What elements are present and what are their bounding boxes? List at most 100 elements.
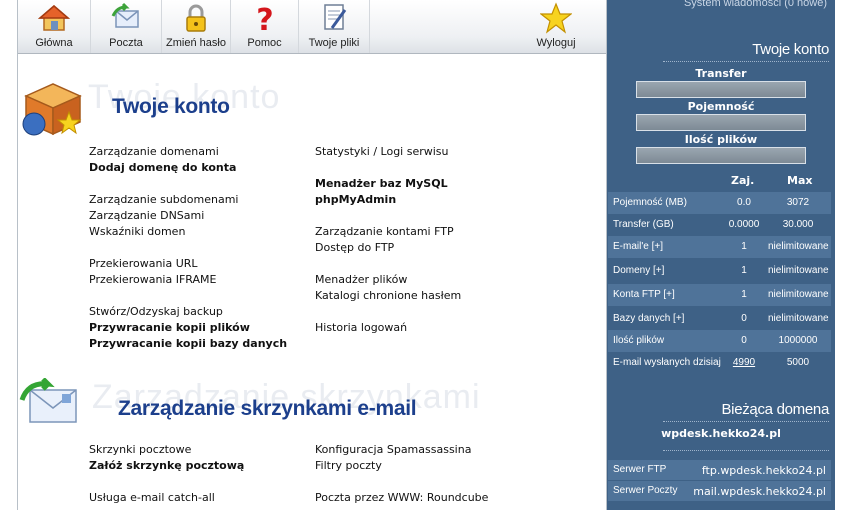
divider — [663, 61, 829, 62]
server-name: Serwer FTP — [613, 464, 667, 475]
link-domain-pointers[interactable]: Wskaźniki domen — [89, 225, 185, 238]
server-value: ftp.wpdesk.hekko24.pl — [701, 464, 826, 477]
server-name: Serwer Poczty — [613, 485, 678, 496]
lock-icon — [186, 4, 206, 32]
toolbar-files-label: Twoje pliki — [308, 37, 360, 49]
help-icon: ? — [256, 3, 273, 34]
divider — [663, 421, 829, 422]
usage-name-link[interactable]: Domeny [+] — [613, 265, 664, 276]
link-spamassassin[interactable]: Konfiguracja Spamassassina — [315, 443, 471, 456]
frame-line-left — [17, 0, 18, 510]
files-count-label: Ilość plików — [684, 133, 758, 146]
usage-max: 5000 — [786, 357, 810, 368]
link-dns-management[interactable]: Zarządzanie DNSami — [89, 209, 204, 222]
usage-row: Transfer (GB) 0.0000 30.000 — [608, 214, 831, 236]
toolbar-files[interactable]: Twoje pliki — [299, 0, 370, 53]
link-ftp-access[interactable]: Dostęp do FTP — [315, 241, 394, 254]
star-icon — [540, 2, 572, 34]
usage-used: 0.0 — [737, 197, 751, 208]
usage-name: E-mail wysłanych dzisiaj — [613, 357, 721, 368]
mail-heading: Zarządzanie skrzynkami e-mail — [118, 397, 417, 420]
transfer-usage-bar — [636, 81, 806, 98]
files-icon — [324, 4, 347, 30]
server-value: mail.wpdesk.hekko24.pl — [693, 485, 826, 498]
sidebar-account-title: Twoje konto — [752, 41, 829, 58]
link-mailboxes[interactable]: Skrzynki pocztowe — [89, 443, 191, 456]
transfer-label: Transfer — [695, 67, 747, 80]
link-ftp-accounts[interactable]: Zarządzanie kontami FTP — [315, 225, 454, 238]
link-protected-directories[interactable]: Katalogi chronione hasłem — [315, 289, 461, 302]
usage-max: nielimitowane — [768, 289, 829, 300]
files-usage-bar — [636, 147, 806, 164]
link-iframe-redirects[interactable]: Przekierowania IFRAME — [89, 273, 216, 286]
server-row: Serwer Poczty mail.wpdesk.hekko24.pl — [608, 481, 831, 501]
mail-envelope-icon — [19, 378, 77, 423]
toolbar-help[interactable]: ? Pomoc — [231, 0, 299, 53]
usage-used: 0.0000 — [728, 219, 760, 230]
usage-row: E-mail'e [+] 1 nielimitowane — [608, 236, 831, 258]
usage-col-used: Zaj. — [731, 174, 755, 187]
usage-name-link[interactable]: E-mail'e [+] — [613, 241, 663, 252]
usage-max: 30.000 — [782, 219, 814, 230]
home-icon — [38, 5, 70, 31]
usage-used: 1 — [741, 289, 747, 300]
link-url-redirects[interactable]: Przekierowania URL — [89, 257, 198, 270]
usage-row: Bazy danych [+] 0 nielimitowane — [608, 308, 831, 330]
mail-icon — [111, 2, 139, 28]
usage-used: 0 — [741, 335, 747, 346]
account-sidebar: System wiadomości (0 nowe) Twoje konto T… — [607, 0, 835, 510]
link-phpmyadmin[interactable]: phpMyAdmin — [315, 193, 396, 206]
toolbar-home-label: Główna — [35, 37, 73, 49]
toolbar-logout-label: Wyloguj — [536, 37, 576, 49]
link-catch-all[interactable]: Usługa e-mail catch-all — [89, 491, 215, 504]
link-add-domain[interactable]: Dodaj domenę do konta — [89, 161, 236, 174]
link-roundcube[interactable]: Poczta przez WWW: Roundcube — [315, 491, 488, 504]
link-file-manager[interactable]: Menadżer plików — [315, 273, 407, 286]
server-row: Serwer FTP ftp.wpdesk.hekko24.pl — [608, 460, 831, 480]
usage-row: E-mail wysłanych dzisiaj 4990 5000 — [608, 352, 831, 374]
link-subdomain-management[interactable]: Zarządzanie subdomenami — [89, 193, 238, 206]
usage-used-link[interactable]: 4990 — [716, 357, 772, 368]
link-mysql-manager[interactable]: Menadżer baz MySQL — [315, 177, 448, 190]
usage-row: Domeny [+] 1 nielimitowane — [608, 260, 831, 282]
link-login-history[interactable]: Historia logowań — [315, 321, 407, 334]
usage-row: Konta FTP [+] 1 nielimitowane — [608, 284, 831, 306]
usage-name: Pojemność (MB) — [613, 197, 687, 208]
link-restore-database[interactable]: Przywracanie kopii bazy danych — [89, 337, 287, 350]
toolbar-password[interactable]: Zmień hasło — [162, 0, 231, 53]
toolbar: Główna Poczta Zmień hasło ? Pomoc Twoje … — [18, 0, 606, 54]
messages-status[interactable]: System wiadomości (0 nowe) — [607, 0, 835, 12]
usage-used: 1 — [741, 241, 747, 252]
usage-max: 1000000 — [778, 335, 818, 346]
usage-max: 3072 — [786, 197, 810, 208]
toolbar-logout[interactable]: Wyloguj — [523, 0, 589, 53]
link-restore-files[interactable]: Przywracanie kopii plików — [89, 321, 250, 334]
link-stats-logs[interactable]: Statystyki / Logi serwisu — [315, 145, 449, 158]
usage-name-link[interactable]: Konta FTP [+] — [613, 289, 675, 300]
page-margin-right — [835, 0, 861, 510]
link-create-mailbox[interactable]: Załóż skrzynkę pocztową — [89, 459, 244, 472]
svg-text:?: ? — [256, 3, 273, 34]
usage-max: nielimitowane — [768, 241, 829, 252]
usage-max: nielimitowane — [768, 265, 829, 276]
link-mail-filters[interactable]: Filtry poczty — [315, 459, 382, 472]
link-domain-management[interactable]: Zarządzanie domenami — [89, 145, 219, 158]
usage-name: Transfer (GB) — [613, 219, 674, 230]
toolbar-password-label: Zmień hasło — [166, 37, 226, 49]
capacity-usage-bar — [636, 114, 806, 131]
divider — [663, 450, 829, 451]
usage-name-link[interactable]: Bazy danych [+] — [613, 313, 684, 324]
usage-used: 0 — [741, 313, 747, 324]
usage-col-max: Max — [787, 174, 813, 187]
toolbar-mail[interactable]: Poczta — [91, 0, 162, 53]
usage-max: nielimitowane — [768, 313, 829, 324]
current-domain: wpdesk.hekko24.pl — [661, 427, 781, 440]
toolbar-home[interactable]: Główna — [18, 0, 91, 53]
capacity-label: Pojemność — [687, 100, 755, 113]
link-backup[interactable]: Stwórz/Odzyskaj backup — [89, 305, 223, 318]
account-heading: Twoje konto — [112, 95, 230, 118]
toolbar-mail-label: Poczta — [109, 37, 143, 49]
usage-row: Ilość plików 0 1000000 — [608, 330, 831, 352]
usage-row: Pojemność (MB) 0.0 3072 — [608, 192, 831, 214]
account-box-icon — [22, 83, 82, 136]
